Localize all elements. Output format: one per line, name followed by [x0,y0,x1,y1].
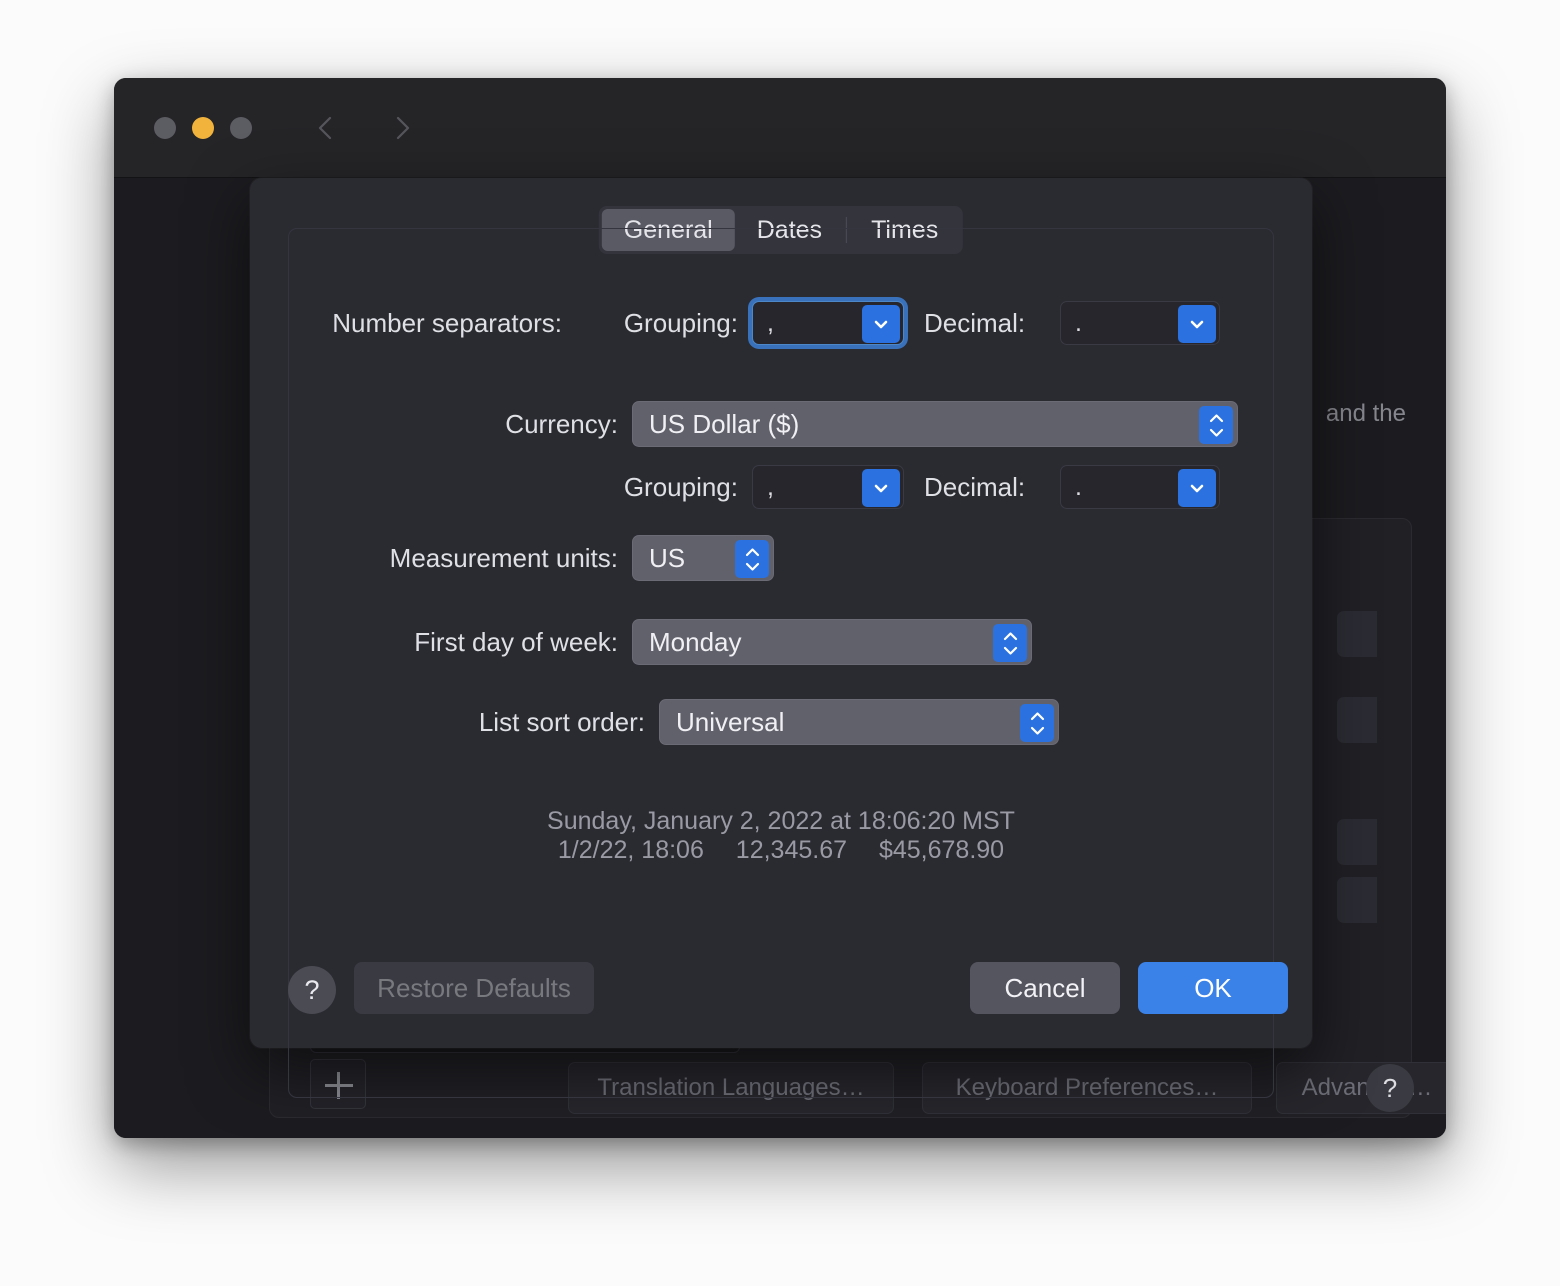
advanced-button[interactable]: Advanced… [1276,1062,1446,1114]
first-day-of-week-label: First day of week: [414,626,618,657]
zoom-button[interactable] [230,117,252,139]
chevron-down-icon[interactable] [1178,305,1216,343]
sheet-help-button[interactable]: ? [288,966,336,1014]
back-chevron-icon[interactable] [310,111,344,145]
number-grouping-value: , [767,308,774,337]
region-popup-partial[interactable] [1337,697,1377,743]
row-measurement-units: Measurement units: US [289,535,1273,581]
window-titlebar: Language & Region Search [114,78,1446,229]
row-list-sort-order: List sort order: Universal [289,699,1273,745]
region-popup-partial[interactable] [1337,611,1377,657]
row-number-separators: Number separators: Grouping: , Decimal: … [289,301,1273,345]
number-grouping-combo[interactable]: , [752,301,904,345]
chevron-down-icon[interactable] [862,305,900,343]
measurement-units-label: Measurement units: [389,542,618,573]
currency-grouping-value: , [767,472,774,501]
screen: Language & Region Search and the Prefe [0,0,1560,1286]
region-option-popups [1337,519,1377,1119]
close-button[interactable] [154,117,176,139]
chevron-down-icon[interactable] [862,469,900,507]
currency-value: US Dollar ($) [649,408,800,439]
cancel-button[interactable]: Cancel [970,962,1120,1014]
row-currency: Currency: US Dollar ($) [289,401,1273,447]
currency-grouping-label: Grouping: [623,471,738,502]
region-popup-partial[interactable] [1337,819,1377,865]
currency-decimal-combo[interactable]: . [1060,465,1220,509]
format-sample-line1: Sunday, January 2, 2022 at 18:06:20 MST [547,807,1015,835]
format-sample-line2: 1/2/22, 18:06 12,345.67 $45,678.90 [557,836,1005,864]
stepper-up-down-icon[interactable] [1199,406,1233,444]
list-sort-order-value: Universal [676,706,785,737]
number-decimal-label: Decimal: [924,307,1026,338]
forward-chevron-icon[interactable] [384,111,418,145]
list-sort-order-popup-button[interactable]: Universal [659,699,1059,745]
chevron-down-icon[interactable] [1178,469,1216,507]
minimize-button[interactable] [192,117,214,139]
measurement-units-value: US [649,542,686,573]
restore-defaults-button[interactable]: Restore Defaults [354,962,594,1014]
intro-text: and the [1325,400,1406,427]
sheet-footer: ? Restore Defaults Cancel OK [250,938,1312,1048]
list-sort-order-label: List sort order: [478,706,645,737]
number-separators-label: Number separators: [332,307,562,338]
measurement-units-popup-button[interactable]: US [632,535,774,581]
ok-button[interactable]: OK [1138,962,1288,1014]
window-help-button[interactable]: ? [1366,1064,1414,1112]
row-first-day-of-week: First day of week: Monday [289,619,1273,665]
first-day-of-week-value: Monday [649,626,742,657]
region-format-sheet: General Dates Times Number separators: G… [250,178,1312,1098]
currency-popup-button[interactable]: US Dollar ($) [632,401,1238,447]
currency-label: Currency: [505,408,618,439]
number-decimal-combo[interactable]: . [1060,301,1220,345]
row-currency-separators: Grouping: , Decimal: . [289,465,1273,509]
currency-decimal-label: Decimal: [924,471,1026,502]
stepper-up-down-icon[interactable] [1020,704,1054,742]
stepper-up-down-icon[interactable] [993,624,1027,662]
currency-decimal-value: . [1075,472,1082,501]
stepper-up-down-icon[interactable] [735,540,769,578]
first-day-of-week-popup-button[interactable]: Monday [632,619,1032,665]
currency-grouping-combo[interactable]: , [752,465,904,509]
number-decimal-value: . [1075,308,1082,337]
number-grouping-label: Grouping: [623,307,738,338]
region-popup-partial[interactable] [1337,877,1377,923]
